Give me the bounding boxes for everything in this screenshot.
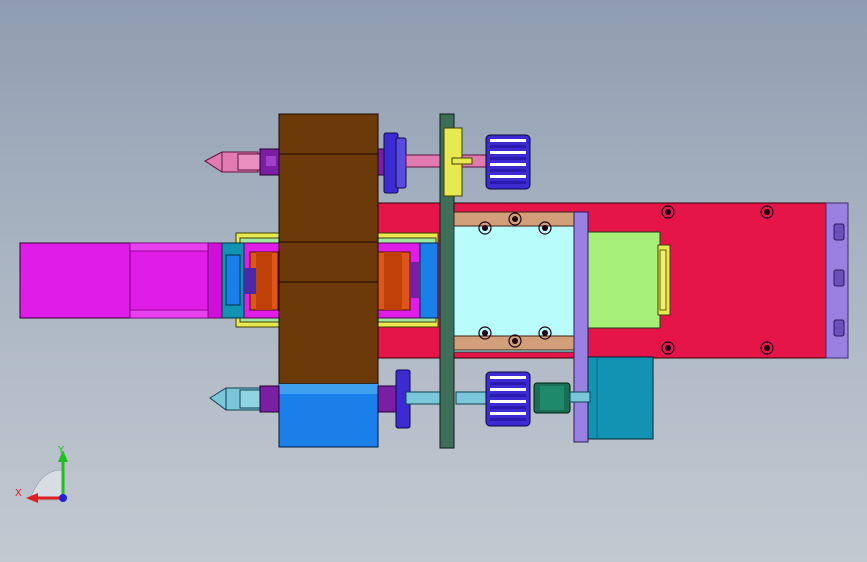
pulley-tooth [490,151,526,154]
cyan-carriage[interactable] [453,211,575,353]
xyz-axis-triad-icon [26,450,68,503]
assembly-drawing: X Y [15,113,849,503]
top-timing-pulley[interactable] [485,134,531,190]
pulley-tooth [490,406,526,409]
pulley-tooth [490,412,526,415]
pulley-tooth [490,169,526,172]
axis-x-label: X [15,488,22,499]
pulley-tooth [490,157,526,160]
pulley-tooth [490,376,526,379]
pulley-tooth [490,163,526,166]
pulley-tooth [490,175,526,178]
pulley-tooth [490,139,526,142]
lavender-plate[interactable] [573,211,589,443]
brown-support-block[interactable] [278,113,379,448]
magenta-motor[interactable] [19,242,223,319]
bottom-timing-pulley[interactable] [485,371,531,427]
light-green-block[interactable] [587,231,671,329]
pulley-tooth [490,181,526,184]
axis-y-label: Y [57,445,65,456]
pulley-tooth [490,418,526,421]
pulley-tooth [490,394,526,397]
pulley-tooth [490,400,526,403]
pulley-tooth [490,382,526,385]
pulley-tooth [490,145,526,148]
cad-viewport[interactable]: X Y [0,0,867,562]
pulley-tooth [490,388,526,391]
